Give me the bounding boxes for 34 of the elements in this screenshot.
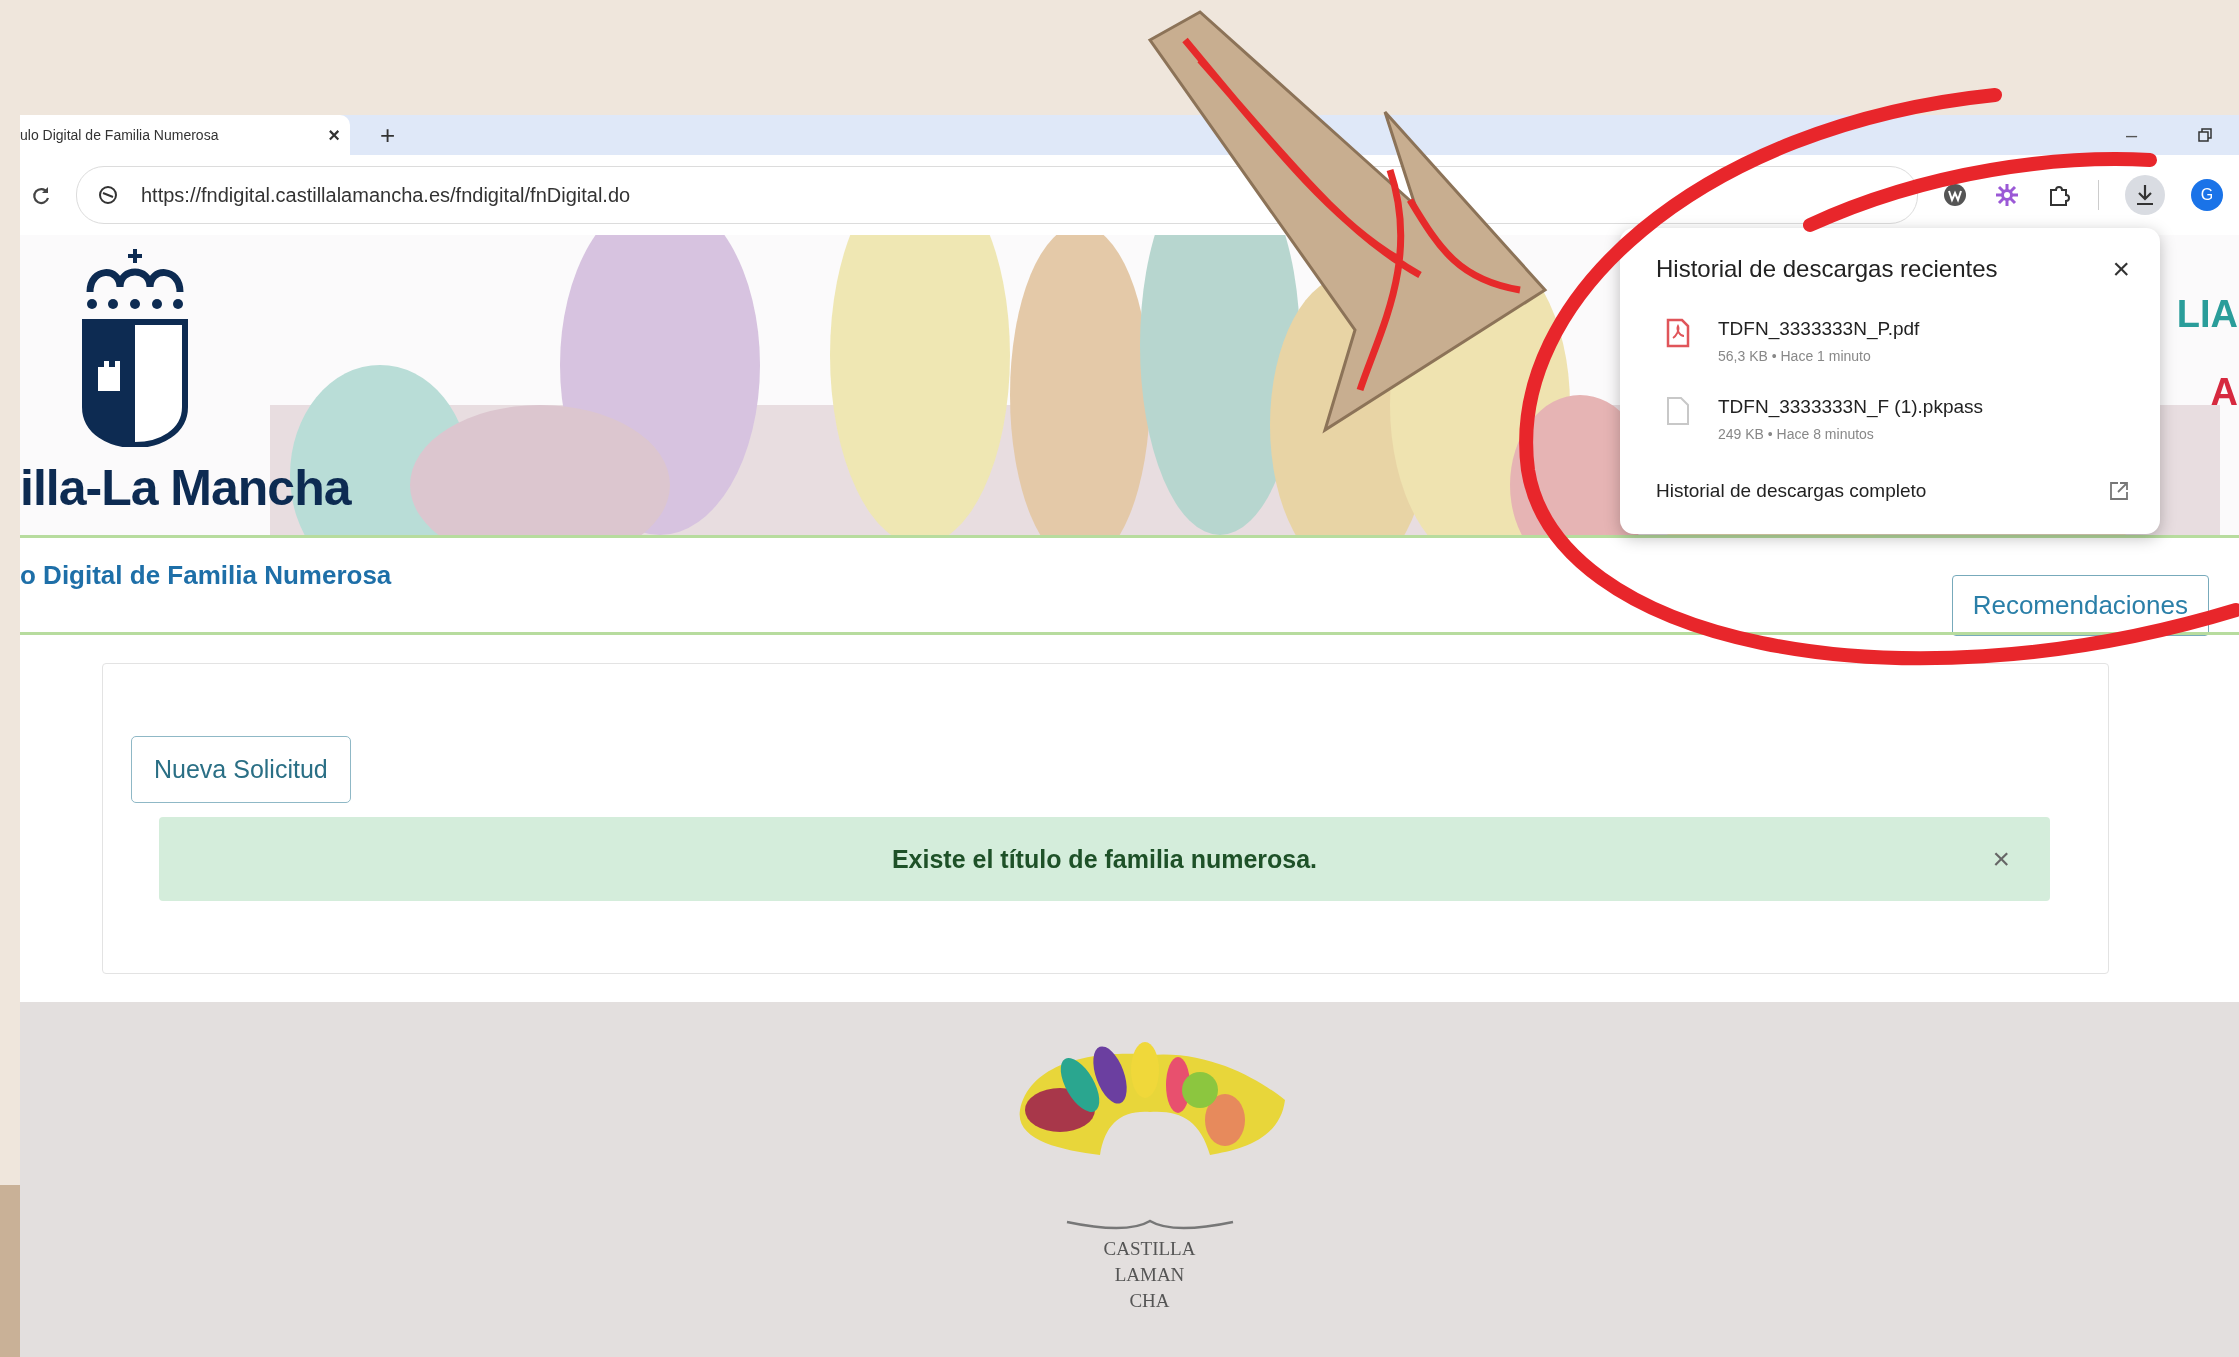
site-info-icon[interactable] — [97, 184, 119, 206]
file-name: TDFN_3333333N_F (1).pkpass — [1718, 396, 1984, 418]
file-name: TDFN_3333333N_P.pdf — [1718, 318, 1920, 340]
crest-icon — [80, 247, 190, 447]
browser-tab[interactable]: ulo Digital de Familia Numerosa × — [20, 115, 350, 155]
popup-title: Historial de descargas recientes — [1656, 255, 1998, 283]
site-title: o Digital de Familia Numerosa — [20, 560, 392, 591]
file-details: 56,3 KB • Hace 1 minuto — [1718, 348, 1872, 364]
new-request-button[interactable]: Nueva Solicitud — [131, 736, 351, 803]
close-button[interactable]: × — [1992, 842, 2010, 876]
extension-icon[interactable] — [1942, 182, 1968, 208]
region-name: illa-La Mancha — [20, 459, 353, 517]
gear-icon[interactable] — [1994, 182, 2020, 208]
logo-text: CHA — [1129, 1289, 1170, 1313]
logo-text: CASTILLA — [1103, 1237, 1196, 1261]
title-fragment: A — [2210, 373, 2238, 411]
minimize-button[interactable]: – — [2125, 123, 2137, 147]
download-item[interactable]: TDFN_3333333N_F (1).pkpass 249 KB • Hace 8 minutos — [1656, 364, 2130, 442]
restore-icon[interactable] — [2197, 127, 2213, 143]
profile-avatar[interactable]: G — [2191, 179, 2223, 211]
wave-line-icon — [1064, 1218, 1235, 1232]
title-fragment: LIA — [2176, 295, 2238, 333]
close-icon[interactable]: × — [328, 123, 340, 147]
file-details: 249 KB • Hace 8 minutos — [1718, 426, 1875, 442]
file-icon — [1666, 396, 1690, 426]
pdf-file-icon — [1666, 318, 1690, 348]
new-tab-button[interactable]: + — [380, 119, 396, 151]
logo-text: LAMAN — [1114, 1263, 1185, 1287]
downloads-icon[interactable] — [2125, 175, 2165, 215]
download-item[interactable]: TDFN_3333333N_P.pdf 56,3 KB • Hace 1 minuto — [1656, 286, 2130, 364]
external-link-icon — [2108, 480, 2130, 502]
full-history-link[interactable]: Historial de descargas completo — [1656, 480, 2130, 502]
alert-message: Existe el título de familia numerosa. — [891, 844, 1318, 874]
close-button[interactable]: × — [2112, 252, 2130, 286]
